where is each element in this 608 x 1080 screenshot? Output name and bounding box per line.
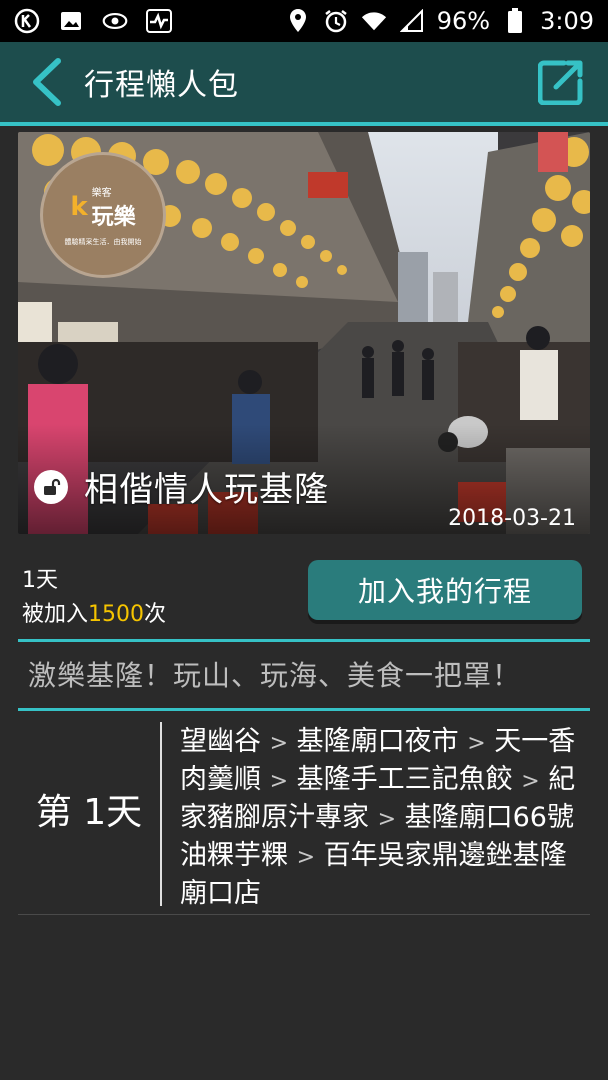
arrow: > — [377, 807, 397, 832]
battery-icon — [502, 8, 528, 34]
logo-mark: k — [70, 192, 88, 222]
logo-sub: 樂客 — [91, 187, 112, 199]
status-time: 3:09 — [540, 7, 594, 35]
stop-item: 基隆手工三記魚餃 — [296, 764, 513, 795]
trip-duration: 1天 — [22, 568, 58, 593]
day-itinerary[interactable]: 第 1天 望幽谷 > 基隆廟口夜市 > 天一香肉羹順 > 基隆手工三記魚餃 > … — [18, 712, 590, 916]
route-stops: 望幽谷 > 基隆廟口夜市 > 天一香肉羹順 > 基隆手工三記魚餃 > 紀家豬腳原… — [180, 724, 590, 912]
arrow: > — [467, 731, 486, 756]
image-icon — [58, 8, 84, 34]
share-button[interactable] — [536, 57, 586, 107]
unlock-icon — [34, 469, 68, 504]
add-to-my-trip-button[interactable]: 加入我的行程 — [308, 560, 582, 620]
k-app-icon — [14, 8, 40, 34]
status-bar: 96% 3:09 — [0, 0, 608, 42]
divider — [18, 708, 590, 711]
added-count-text: 被加入1500次 — [22, 596, 166, 628]
arrow: > — [269, 769, 289, 794]
alarm-icon — [323, 8, 349, 34]
divider — [18, 914, 590, 915]
trip-info: 1天 被加入1500次 加入我的行程 — [22, 560, 592, 632]
logo-slogan: 體驗精采生活．由我開始 — [64, 237, 142, 246]
stop-item: 基隆廟口夜市 — [296, 726, 459, 757]
trip-date: 2018-03-21 — [448, 506, 576, 531]
added-suffix: 次 — [144, 602, 167, 627]
app-bar: 行程懶人包 — [0, 42, 608, 126]
page-title: 行程懶人包 — [84, 68, 239, 103]
divider — [18, 639, 590, 642]
activity-icon — [146, 8, 172, 34]
arrow: > — [521, 769, 540, 794]
back-button[interactable] — [14, 40, 78, 124]
eye-icon — [102, 8, 128, 34]
added-prefix: 被加入 — [22, 602, 89, 627]
share-icon — [538, 60, 583, 105]
arrow: > — [269, 731, 289, 756]
logo-main: 玩樂 — [91, 204, 136, 230]
kkday-logo: k 樂客 玩樂 體驗精采生活．由我開始 — [40, 152, 166, 278]
day-label: 第 1天 — [35, 792, 143, 833]
arrow: > — [296, 845, 316, 870]
day-separator — [160, 722, 162, 906]
signal-icon — [399, 8, 425, 34]
trip-cover-image[interactable]: k 樂客 玩樂 體驗精采生活．由我開始 相偕情人玩基隆 2018-03-21 — [18, 132, 590, 534]
added-count: 1500 — [88, 602, 145, 627]
chevron-left-icon — [33, 58, 61, 106]
trip-title: 相偕情人玩基隆 — [84, 470, 329, 510]
stop-item: 望幽谷 — [180, 726, 261, 757]
battery-percent: 96% — [436, 7, 491, 35]
location-icon — [285, 8, 311, 34]
wifi-icon — [361, 8, 387, 34]
trip-slogan: 激樂基隆！玩山、玩海、美食一把罩！ — [28, 659, 522, 692]
